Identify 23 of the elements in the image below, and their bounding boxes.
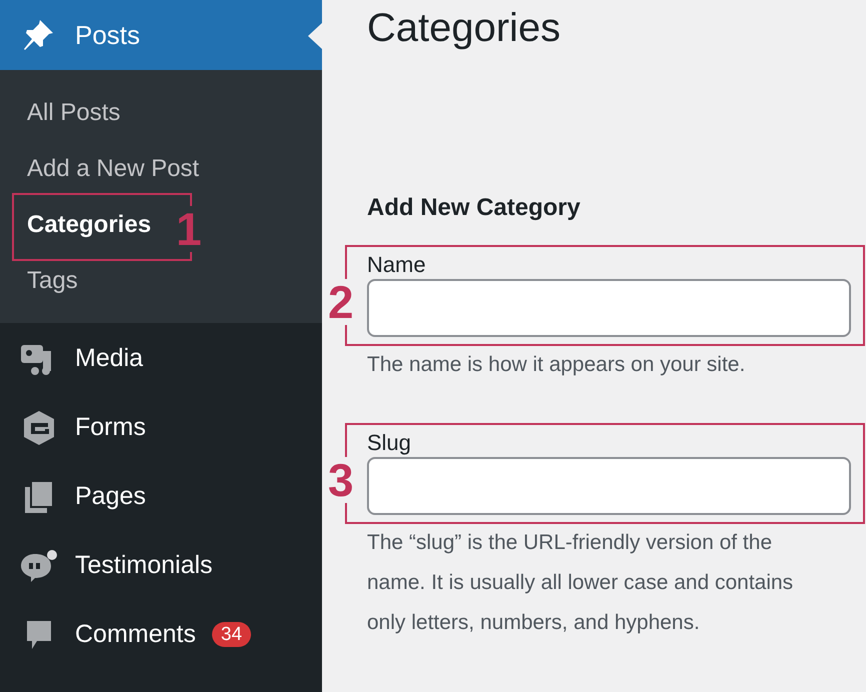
section-title: Add New Category — [367, 193, 582, 223]
menu-link[interactable]: Media — [75, 340, 144, 378]
submenu-link[interactable]: All Posts — [27, 95, 120, 131]
submenu-link[interactable]: Add a New Post — [27, 151, 200, 187]
menu-link[interactable]: Forms — [75, 408, 146, 446]
quote-bubble-icon — [19, 548, 59, 584]
menu-link[interactable]: Comments — [75, 616, 196, 654]
menu-label: Posts — [75, 18, 140, 52]
field-label: Slug — [367, 431, 412, 455]
submenu-link[interactable]: Tags — [27, 263, 78, 299]
menu-link[interactable]: Pages — [75, 478, 146, 516]
count-badge: 34 — [212, 622, 252, 647]
menu-link[interactable]: Testimonials — [75, 546, 213, 584]
text-field[interactable] — [367, 457, 851, 515]
submenu-link[interactable]: Categories — [27, 207, 152, 243]
help-text: The “slug” is the URL-friendly version of the name. It is usually all lower case and contains only letters, numbers, and hyphens. — [367, 530, 794, 636]
forms-icon — [21, 408, 57, 446]
page-title: Categories — [367, 5, 562, 52]
text-field[interactable] — [367, 279, 851, 337]
help-text: The name is how it appears on your site. — [367, 352, 746, 378]
field-label: Name — [367, 253, 427, 277]
pointer-notch-icon — [308, 23, 322, 49]
menu-header[interactable]: Posts — [0, 0, 322, 70]
